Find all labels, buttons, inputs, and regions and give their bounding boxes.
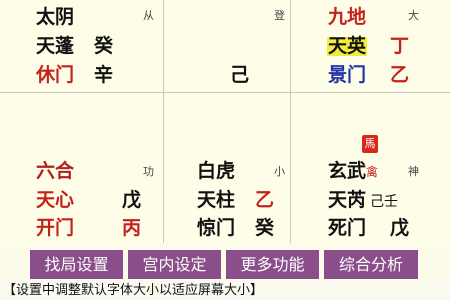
door: 景门 [328,64,367,86]
star: 天心 [36,189,75,211]
palace-setting-button[interactable]: 宫内设定 [128,250,221,279]
deity-mark: 禽 [366,165,379,179]
door-stem: 戊 [390,217,410,239]
grid-divider [290,0,291,243]
star-stems: 己壬 [370,194,398,210]
door: 惊门 [197,217,236,239]
door: 死门 [328,217,367,239]
door-stem: 癸 [255,217,275,239]
aux-mark: 从 [143,9,154,22]
star-stem: 癸 [94,35,114,57]
door-stem: 乙 [390,64,410,86]
palace-grid: 太阴 从 天蓬 癸 休门 辛 登 己 九地 大 天英 丁 景门 乙 六合 功 天… [0,0,450,243]
grid-divider [0,92,450,93]
aux-mark: 小 [274,165,285,178]
aux-mark: 神 [408,165,419,178]
analysis-button[interactable]: 综合分析 [324,250,418,279]
aux-mark: 功 [143,165,154,178]
star: 天英 [327,35,368,57]
more-features-button[interactable]: 更多功能 [226,250,319,279]
door-stem: 丙 [122,217,142,239]
stem: 己 [230,64,250,86]
star-stem: 丁 [390,35,410,57]
aux-mark: 大 [408,9,419,22]
deity: 太阴 [36,6,75,28]
door: 休门 [36,64,75,86]
grid-divider [163,0,164,243]
deity: 白虎 [197,160,236,182]
aux-mark: 登 [274,9,285,22]
door-stem: 辛 [94,64,114,86]
star-stem: 戊 [122,189,142,211]
status-bar: 【设置中调整默认字体大小以适应屏幕大小】 [0,281,450,300]
door: 开门 [36,217,75,239]
find-setting-button[interactable]: 找局设置 [30,250,123,279]
deity: 九地 [328,6,367,28]
horse-badge: 馬 [362,135,378,153]
star-stem: 乙 [255,189,275,211]
star: 天蓬 [36,35,75,57]
action-bar: 找局设置 宫内设定 更多功能 综合分析 [30,250,420,280]
star: 天芮 [328,189,367,211]
deity: 六合 [36,160,75,182]
deity: 玄武 [328,160,367,182]
star: 天柱 [197,189,236,211]
